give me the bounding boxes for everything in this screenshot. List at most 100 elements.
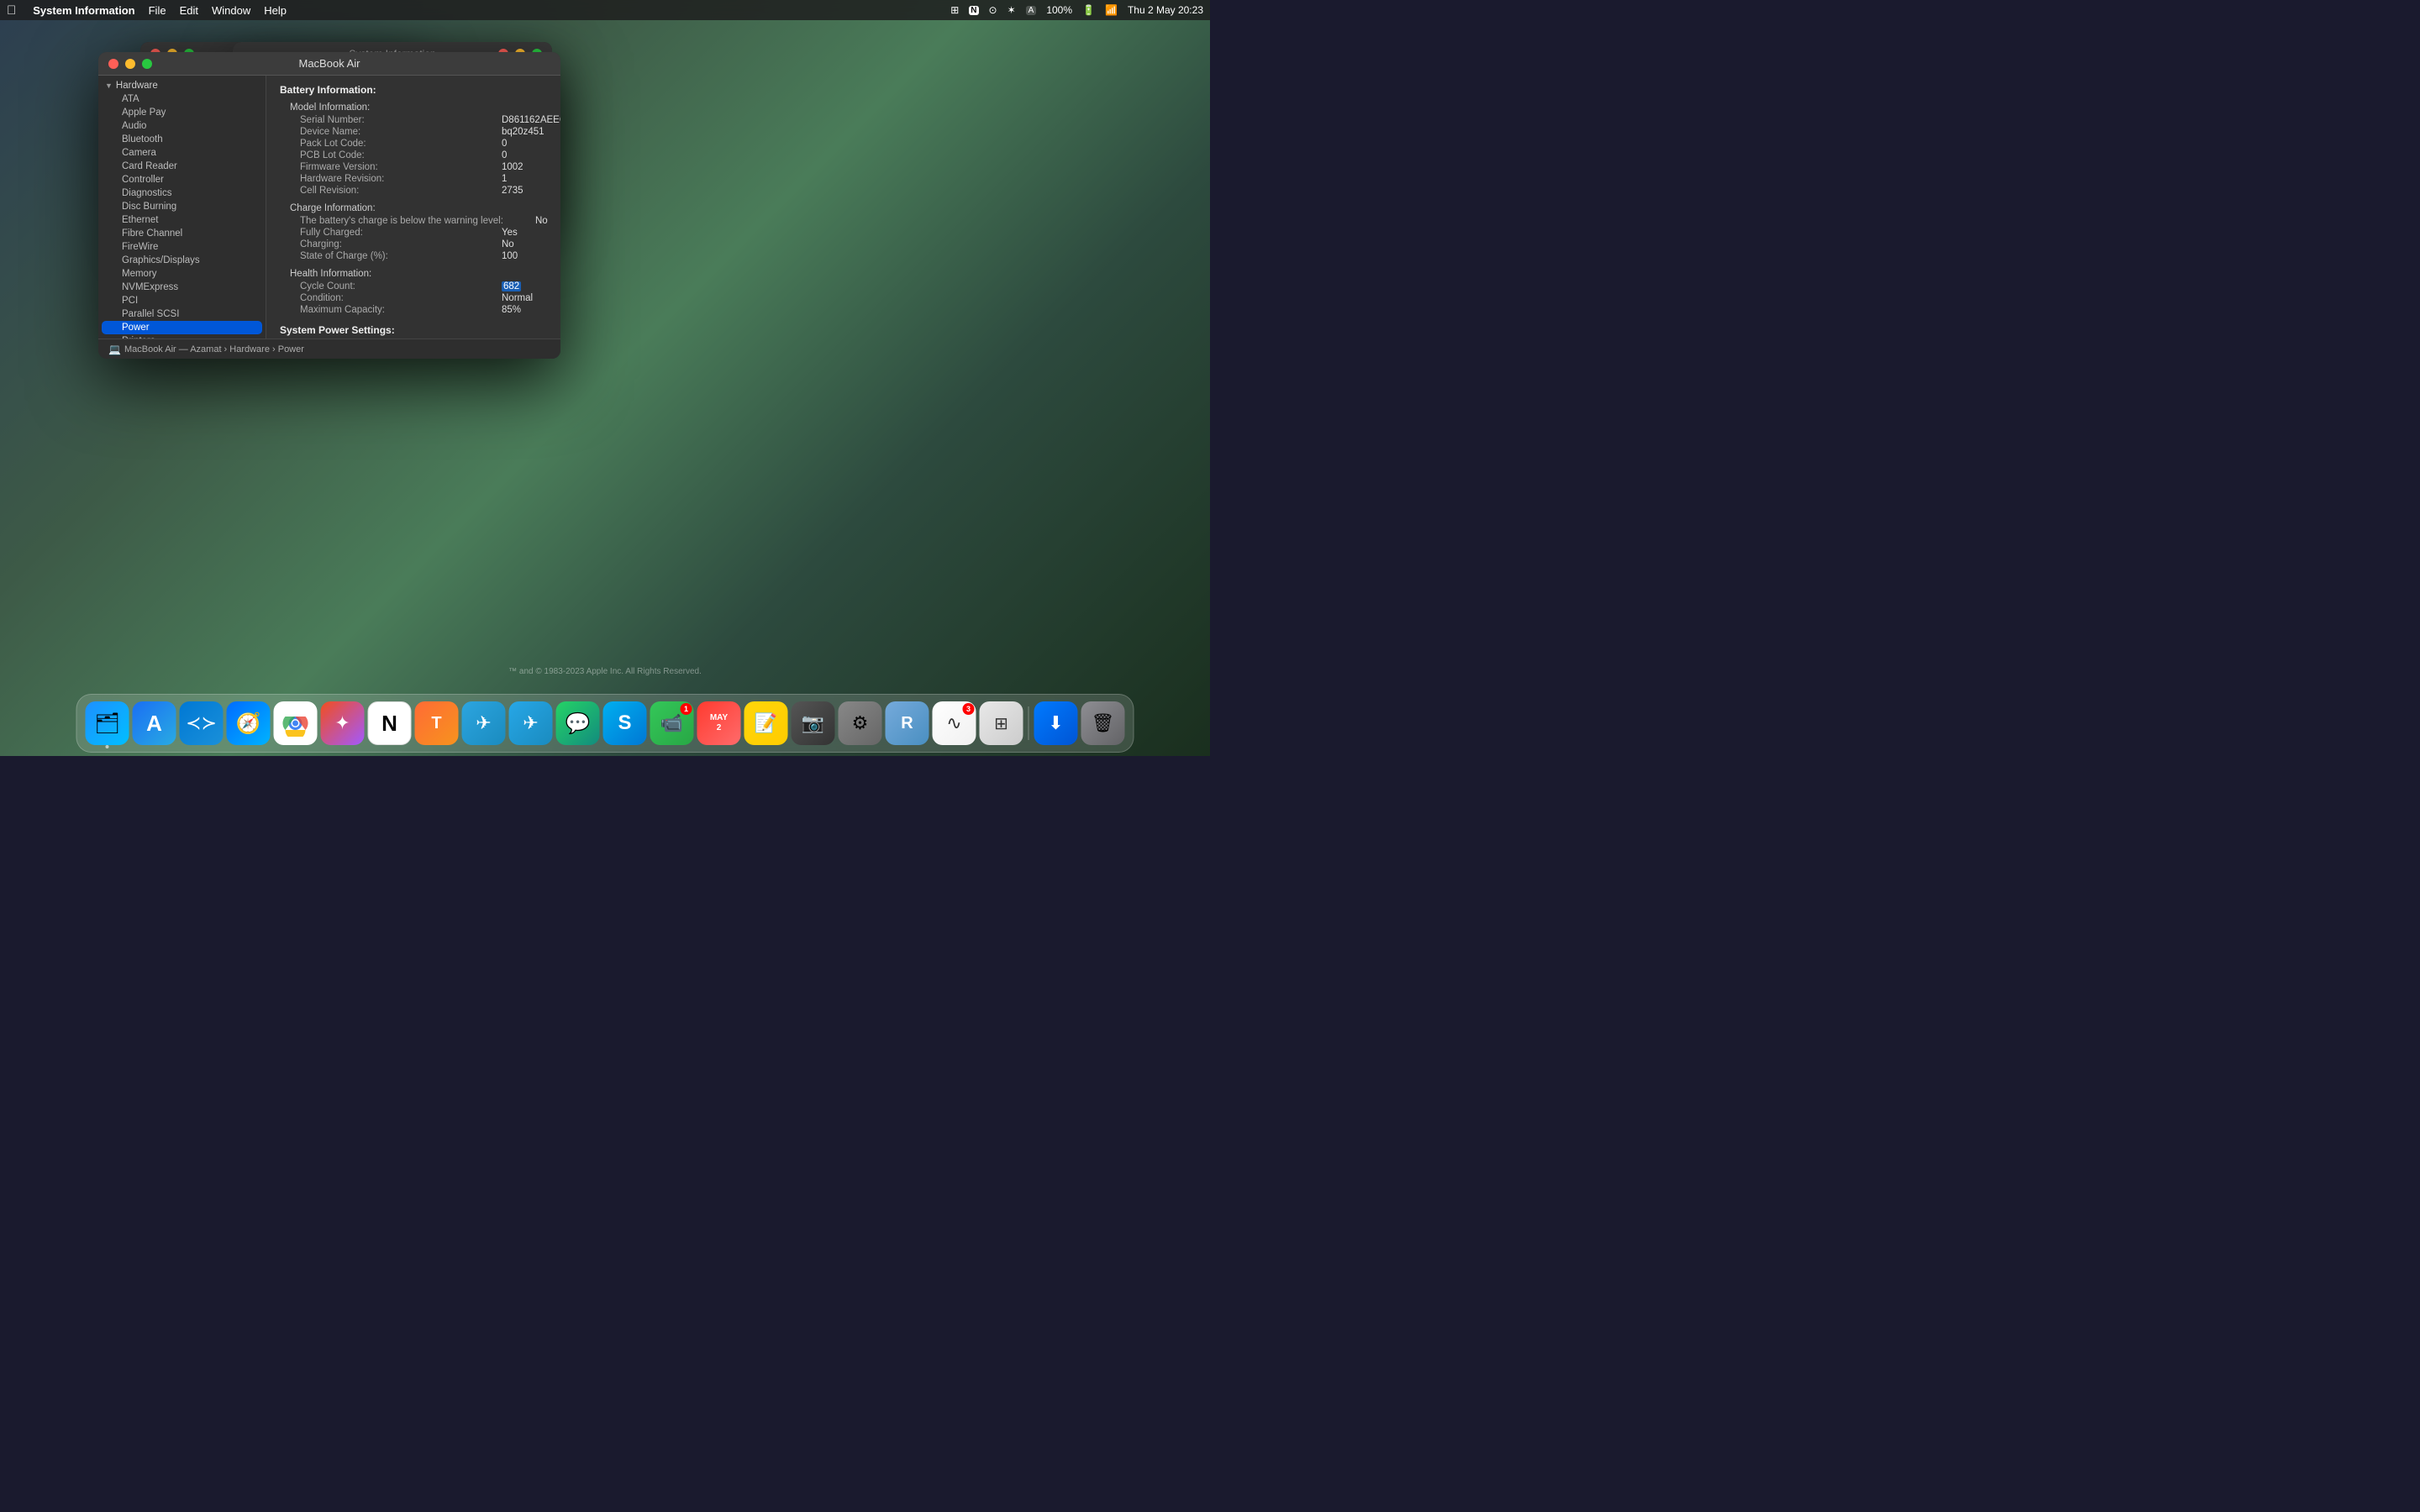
sidebar-item-pci[interactable]: PCI xyxy=(98,294,266,307)
menu-file[interactable]: File xyxy=(149,4,166,17)
row-charging: Charging: No xyxy=(280,239,547,250)
minimize-button[interactable] xyxy=(125,59,135,69)
focus-icon[interactable]: ⊙ xyxy=(989,4,997,16)
status-bar: 💻 MacBook Air — Azamat › Hardware › Powe… xyxy=(98,339,560,359)
dock-appstore[interactable]: A xyxy=(133,701,176,745)
dock-figma[interactable]: ✦ xyxy=(321,701,365,745)
sidebar-item-printers[interactable]: Printers xyxy=(98,334,266,339)
sidebar-item-controller[interactable]: Controller xyxy=(98,173,266,186)
dock-notion[interactable]: N xyxy=(368,701,412,745)
row-max-capacity: Maximum Capacity: 85% xyxy=(280,304,547,316)
label-max-capacity: Maximum Capacity: xyxy=(300,305,502,315)
value-hardware-rev: 1 xyxy=(502,174,507,184)
menu-window[interactable]: Window xyxy=(212,4,250,17)
battery-percentage: 100% xyxy=(1046,4,1072,16)
sidebar-item-power[interactable]: Power xyxy=(102,321,262,334)
sidebar-item-memory[interactable]: Memory xyxy=(98,267,266,281)
battery-icon: 🔋 xyxy=(1082,4,1095,16)
chrome-icon xyxy=(282,710,309,737)
dock-freeform[interactable]: ∿ xyxy=(933,701,976,745)
sidebar: ▼ Hardware ATA Apple Pay Audio Bluetooth… xyxy=(98,76,266,339)
label-device: Device Name: xyxy=(300,127,502,137)
facetime-icon: 📹 xyxy=(660,712,683,734)
sidebar-item-firewire[interactable]: FireWire xyxy=(98,240,266,254)
sidebar-item-diagnostics[interactable]: Diagnostics xyxy=(98,186,266,200)
menu-edit[interactable]: Edit xyxy=(180,4,198,17)
app-body: ▼ Hardware ATA Apple Pay Audio Bluetooth… xyxy=(98,76,560,339)
dock-taplink[interactable]: T xyxy=(415,701,459,745)
value-firmware: 1002 xyxy=(502,162,523,172)
sidebar-item-ethernet[interactable]: Ethernet xyxy=(98,213,266,227)
titlebar: MacBook Air xyxy=(98,52,560,76)
row-hardware-rev: Hardware Revision: 1 xyxy=(280,173,547,185)
dock-rstudio[interactable]: R xyxy=(886,701,929,745)
dock-telegram[interactable]: ✈ xyxy=(462,701,506,745)
row-device: Device Name: bq20z451 xyxy=(280,126,547,138)
dock-downloader[interactable]: ⬇ xyxy=(1034,701,1078,745)
dock-telegram2[interactable]: ✈ xyxy=(509,701,553,745)
screenshot-icon: 📷 xyxy=(802,712,824,734)
sidebar-item-graphics[interactable]: Graphics/Displays xyxy=(98,254,266,267)
dock-notes[interactable]: 📝 xyxy=(744,701,788,745)
keyboard-icon[interactable]: A xyxy=(1026,6,1037,15)
sidebar-item-applepay[interactable]: Apple Pay xyxy=(98,106,266,119)
model-info-title: Model Information: xyxy=(290,102,547,113)
sidebar-item-nvmexpress[interactable]: NVMExpress xyxy=(98,281,266,294)
sidebar-item-audio[interactable]: Audio xyxy=(98,119,266,133)
label-cell-rev: Cell Revision: xyxy=(300,186,502,196)
row-fully-charged: Fully Charged: Yes xyxy=(280,227,547,239)
dock-finder[interactable]: 🗂 xyxy=(86,701,129,745)
hardware-section[interactable]: ▼ Hardware xyxy=(98,79,266,92)
dock-screenshot[interactable]: 📷 xyxy=(792,701,835,745)
control-center-icon[interactable]: ⊞ xyxy=(950,4,959,16)
finder-dot xyxy=(106,745,109,748)
dock-trash[interactable]: 🗑 xyxy=(1081,701,1125,745)
dock-safari[interactable]: 🧭 xyxy=(227,701,271,745)
value-condition: Normal xyxy=(502,293,533,303)
sidebar-item-ata[interactable]: ATA xyxy=(98,92,266,106)
apple-menu[interactable]:  xyxy=(7,3,16,18)
notion-icon: N xyxy=(381,711,397,737)
dock-activity[interactable]: ⊞ xyxy=(980,701,1023,745)
dock-skype[interactable]: S xyxy=(603,701,647,745)
sidebar-item-bluetooth[interactable]: Bluetooth xyxy=(98,133,266,146)
system-info-window[interactable]: MacBook Air ▼ Hardware ATA Apple Pay Aud… xyxy=(98,52,560,359)
desktop:  System Information File Edit Window He… xyxy=(0,0,1210,756)
health-info-title: Health Information: xyxy=(290,269,547,279)
dock-calendar[interactable]: MAY2 xyxy=(697,701,741,745)
charge-info-title: Charge Information: xyxy=(290,203,547,213)
label-charging: Charging: xyxy=(300,239,502,249)
notion-menubar-icon[interactable]: N xyxy=(969,6,978,15)
trash-icon: 🗑 xyxy=(1092,712,1115,734)
value-state-of-charge: 100 xyxy=(502,251,518,261)
menu-help[interactable]: Help xyxy=(264,4,287,17)
value-serial: D861162AEEGPJYRA1 xyxy=(502,115,560,125)
sidebar-item-discburning[interactable]: Disc Burning xyxy=(98,200,266,213)
dock-whatsapp[interactable]: 💬 xyxy=(556,701,600,745)
breadcrumb-path: MacBook Air — Azamat › Hardware › Power xyxy=(124,344,304,354)
dock-facetime[interactable]: 📹 xyxy=(650,701,694,745)
maximize-button[interactable] xyxy=(142,59,152,69)
sidebar-item-fibrechannel[interactable]: Fibre Channel xyxy=(98,227,266,240)
menu-items: File Edit Window Help xyxy=(149,4,287,17)
row-cycle: Cycle Count: 682 xyxy=(280,281,547,292)
sidebar-item-parallelscsi[interactable]: Parallel SCSI xyxy=(98,307,266,321)
dock-sysprefs[interactable]: ⚙ xyxy=(839,701,882,745)
bluetooth-icon[interactable]: ✶ xyxy=(1007,4,1016,16)
dock-chrome[interactable] xyxy=(274,701,318,745)
label-packlot: Pack Lot Code: xyxy=(300,139,502,149)
value-fully-charged: Yes xyxy=(502,228,518,238)
sidebar-item-cardreader[interactable]: Card Reader xyxy=(98,160,266,173)
close-button[interactable] xyxy=(108,59,118,69)
value-packlot: 0 xyxy=(502,139,507,149)
dock-vscode[interactable]: ≺≻ xyxy=(180,701,224,745)
appstore-icon: A xyxy=(146,711,162,737)
app-name: System Information xyxy=(33,4,134,17)
wifi-icon[interactable]: 📶 xyxy=(1105,4,1118,16)
freeform-icon: ∿ xyxy=(946,712,961,734)
copyright: ™ and © 1983-2023 Apple Inc. All Rights … xyxy=(508,667,702,676)
taplink-icon: T xyxy=(431,714,441,733)
activity-icon: ⊞ xyxy=(994,713,1008,734)
sidebar-item-camera[interactable]: Camera xyxy=(98,146,266,160)
sysprefs-icon: ⚙ xyxy=(852,712,869,734)
